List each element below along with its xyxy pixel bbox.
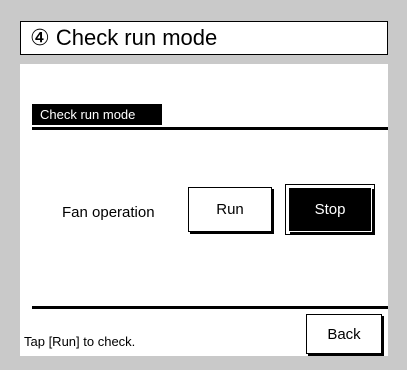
run-button[interactable]: Run <box>188 187 272 232</box>
screen-title: ④ Check run mode <box>20 21 388 55</box>
stop-button[interactable]: Stop <box>285 184 375 235</box>
screen-title-text: ④ Check run mode <box>30 25 218 50</box>
top-divider <box>32 127 388 130</box>
content-panel: Check run mode Fan operation Run Stop Ta… <box>20 64 388 356</box>
stop-button-label: Stop <box>314 201 346 218</box>
section-header-text: Check run mode <box>40 107 136 122</box>
hint-text: Tap [Run] to check. <box>24 334 136 349</box>
section-header: Check run mode <box>32 104 162 125</box>
fan-operation-label: Fan operation <box>62 204 155 221</box>
bottom-divider <box>32 306 388 309</box>
run-button-label: Run <box>216 201 244 218</box>
back-button[interactable]: Back <box>306 314 382 354</box>
back-button-label: Back <box>327 325 361 343</box>
